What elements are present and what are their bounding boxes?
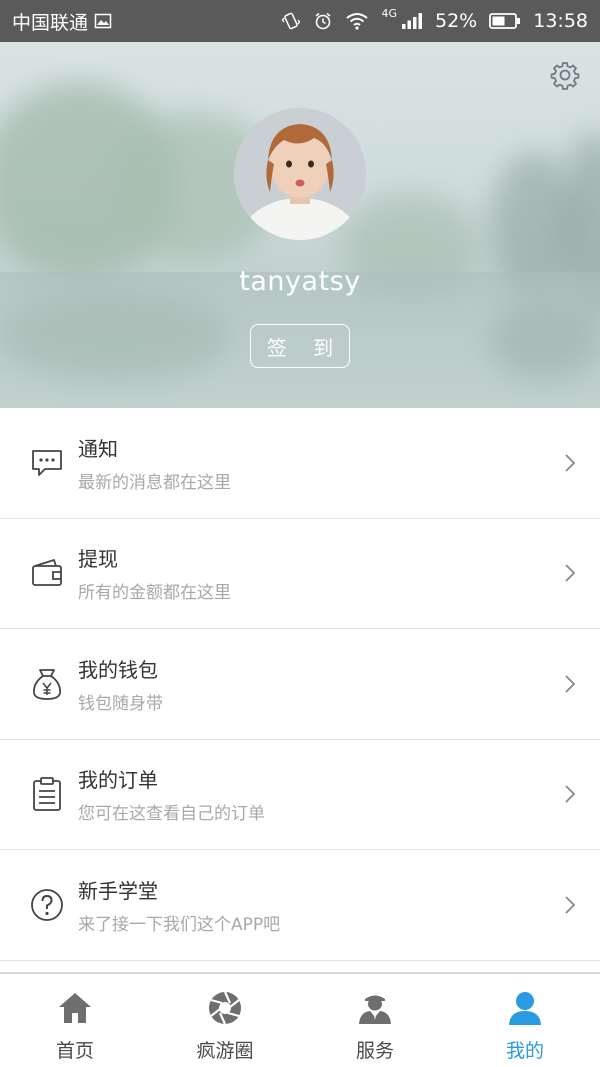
tab-mine[interactable]: 我的 (450, 974, 600, 1067)
vibrate-icon (281, 11, 301, 31)
avatar[interactable] (234, 108, 366, 240)
chevron-right-icon (565, 785, 576, 803)
image-notification-icon (94, 12, 112, 30)
tab-service[interactable]: 服务 (300, 974, 450, 1067)
chevron-right-icon (565, 675, 576, 693)
tab-label: 疯游圈 (196, 1040, 254, 1062)
menu-item-tutorial[interactable]: 新手学堂 来了接一下我们这个APP吧 (0, 850, 600, 961)
chevron-right-icon (565, 454, 576, 472)
carrier-area: 中国联通 (12, 8, 112, 35)
menu-item-subtitle: 钱包随身带 (78, 693, 163, 714)
status-indicators: 4G 52% 13:58 (281, 6, 588, 32)
clock: 13:58 (533, 10, 588, 32)
menu-item-withdraw[interactable]: 提现 所有的金额都在这里 (0, 519, 600, 629)
agent-icon (355, 988, 395, 1028)
chevron-right-icon (565, 564, 576, 582)
network-type: 4G (381, 6, 397, 20)
menu-item-title: 新手学堂 (78, 878, 158, 903)
home-icon (55, 988, 95, 1028)
wallet-icon (28, 554, 66, 592)
tab-label: 首页 (55, 1040, 94, 1062)
menu-item-notifications[interactable]: 通知 最新的消息都在这里 (0, 408, 600, 519)
menu-item-subtitle: 最新的消息都在这里 (78, 472, 231, 493)
menu-item-subtitle: 您可在这查看自己的订单 (78, 804, 265, 825)
menu-list: 通知 最新的消息都在这里 提现 所有的金额都在这里 我的钱包 钱包随身带 我的订… (0, 408, 600, 961)
carrier-name: 中国联通 (12, 11, 89, 34)
menu-item-title: 我的钱包 (78, 657, 158, 682)
wifi-icon (345, 12, 369, 30)
checkin-button[interactable]: 签 到 (250, 324, 350, 368)
aperture-icon (205, 988, 245, 1028)
gear-icon (550, 62, 580, 90)
settings-button[interactable] (550, 60, 580, 90)
tab-label: 服务 (355, 1040, 394, 1062)
battery-percent: 52% (435, 10, 478, 32)
tab-circle[interactable]: 疯游圈 (150, 974, 300, 1067)
alarm-icon (313, 11, 333, 31)
signal-icon (401, 12, 423, 30)
user-icon (505, 988, 545, 1028)
question-icon (28, 886, 66, 924)
username: tanyatsy (239, 266, 361, 297)
tab-label: 我的 (505, 1040, 544, 1062)
chevron-right-icon (565, 896, 576, 914)
menu-item-subtitle: 来了接一下我们这个APP吧 (78, 914, 281, 935)
menu-item-wallet[interactable]: 我的钱包 钱包随身带 (0, 629, 600, 740)
menu-item-title: 我的订单 (78, 768, 158, 793)
status-bar: 中国联通 4G 52% 13:58 (0, 0, 600, 42)
menu-item-title: 通知 (78, 436, 118, 461)
bottom-tab-bar: 首页 疯游圈 服务 我的 (0, 972, 600, 1067)
battery-icon (489, 12, 521, 30)
clipboard-icon (28, 775, 66, 813)
message-icon (28, 444, 66, 482)
menu-item-title: 提现 (78, 547, 118, 572)
avatar-photo (234, 108, 366, 240)
tab-home[interactable]: 首页 (0, 974, 150, 1067)
menu-item-orders[interactable]: 我的订单 您可在这查看自己的订单 (0, 740, 600, 850)
profile-header: tanyatsy 签 到 (0, 42, 600, 408)
money-bag-icon (28, 665, 66, 703)
menu-item-subtitle: 所有的金额都在这里 (78, 583, 231, 604)
